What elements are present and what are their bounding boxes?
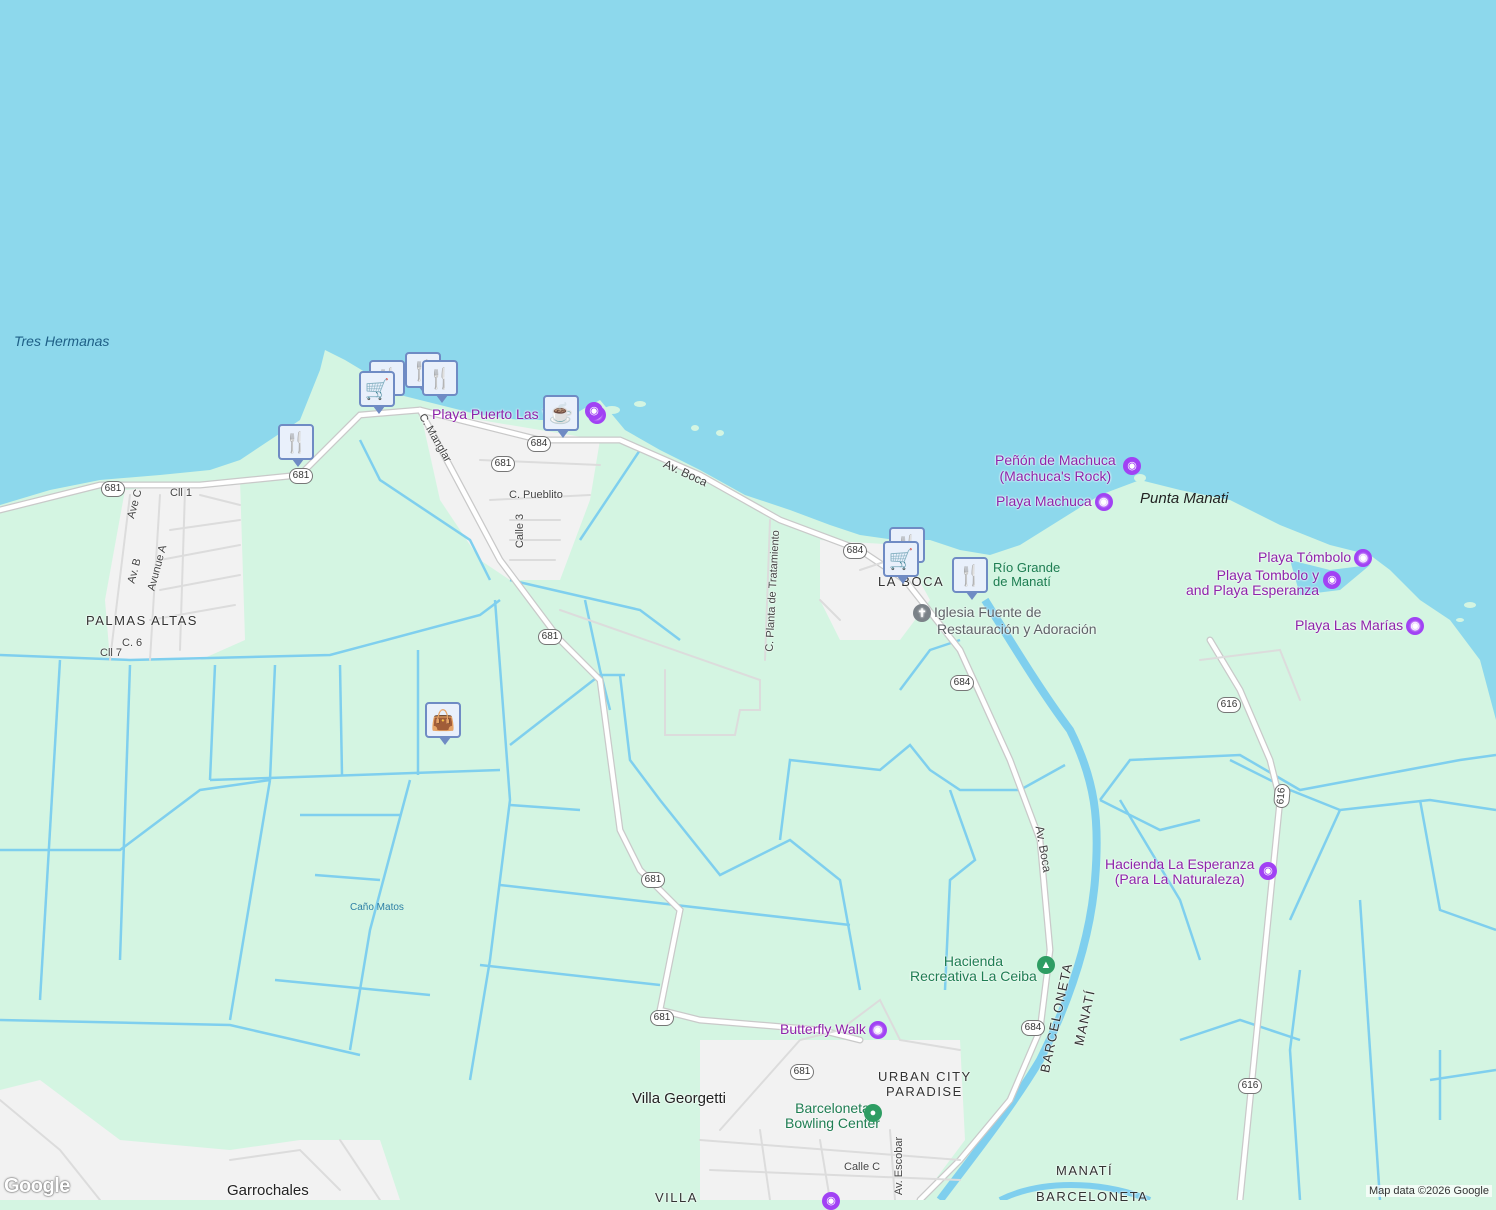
restaurant-marker[interactable]: 🍴	[422, 360, 458, 403]
label-cano-matos: Caño Matos	[350, 902, 404, 913]
map-canvas[interactable]	[0, 0, 1496, 1200]
urban-palmas-altas	[105, 480, 245, 660]
shopping-cart-marker[interactable]: 🛒	[359, 371, 395, 414]
coffee-marker[interactable]: ☕	[543, 395, 579, 438]
poi-label-1: Hacienda	[943, 953, 1003, 969]
route-681-shield: 681	[650, 1010, 674, 1026]
church-icon: ✝	[913, 604, 931, 622]
route-684-shield: 684	[950, 675, 974, 691]
camera-icon: ◉	[868, 1021, 887, 1040]
poi-label: Butterfly Walk	[780, 1021, 866, 1037]
poi-label-2: Recreativa La Ceiba	[910, 968, 1037, 984]
poi-butterfly-walk[interactable]: Butterfly Walk ◉	[780, 1021, 887, 1040]
street-calle-3: Calle 3	[514, 513, 527, 549]
poi-label: Playa Puerto Las V	[432, 406, 552, 422]
poi-label: Playa Machuca	[996, 493, 1092, 509]
route-681-shield: 681	[538, 629, 562, 645]
route-684-shield: 684	[843, 543, 867, 559]
route-616-shield: 616	[1238, 1078, 1262, 1094]
poi-label: Playa Las Marías	[1295, 617, 1404, 633]
camera-icon: ◉	[822, 1192, 840, 1210]
poi-label-2: Restauración y Adoración	[937, 621, 1097, 637]
label-tres-hermanas: Tres Hermanas	[14, 333, 110, 349]
label-punta-manati: Punta Manati	[1140, 490, 1229, 507]
fork-knife-icon: 🍴	[283, 431, 309, 454]
shopping-bag-icon: 👜	[430, 709, 456, 732]
route-616-shield: 616	[1217, 697, 1241, 713]
poi-label-2: (Para La Naturaleza)	[1114, 871, 1245, 887]
label-palmas-altas: PALMAS ALTAS	[86, 613, 198, 628]
route-681-shield: 681	[790, 1064, 814, 1080]
camera-icon: ◉	[1094, 493, 1113, 512]
route-684-shield: 684	[527, 436, 551, 452]
poi-penon-de-machuca[interactable]: Peñón de Machuca (Machuca's Rock)	[995, 452, 1116, 484]
restaurant-marker[interactable]: 🍴	[278, 424, 314, 467]
camera-icon: ◉	[1123, 457, 1141, 475]
camera-icon: ◉	[1259, 862, 1277, 880]
tree-icon: ▲	[1037, 956, 1055, 974]
street-cll-1: Cll 1	[170, 487, 193, 499]
poi-label: Playa Tómbolo	[1258, 549, 1352, 565]
street-av-escobar: Av. Escobar	[893, 1136, 906, 1196]
place-icon: ●	[864, 1104, 882, 1122]
poi-iglesia[interactable]: ✝ Iglesia Fuente de Restauración y Adoraci…	[913, 604, 1097, 637]
coffee-cup-icon: ☕	[548, 402, 574, 425]
poi-label-2: (Machuca's Rock)	[999, 468, 1112, 484]
label-barceloneta-bottom: BARCELONETA	[1036, 1189, 1149, 1204]
poi-playa-puerto-las[interactable]: Playa Puerto Las V◉	[432, 406, 606, 425]
poi-label-1: Peñón de Machuca	[995, 452, 1116, 468]
label-rio-grande: Río Grande	[993, 560, 1061, 575]
route-684-shield: 684	[1021, 1020, 1045, 1036]
poi-playa-las-marias[interactable]: Playa Las Marías ◉	[1295, 617, 1425, 636]
route-681-shield: 681	[289, 468, 313, 484]
poi-playa-tombolo[interactable]: Playa Tómbolo ◉	[1258, 549, 1373, 568]
street-cll-7: Cll 7	[100, 647, 123, 659]
camera-icon: ◉	[1323, 571, 1341, 589]
route-681-shield: 681	[491, 456, 515, 472]
label-urban-city: URBAN CITY	[878, 1069, 972, 1084]
shopping-cart-icon: 🛒	[888, 548, 914, 571]
poi-label-1: Hacienda La Esperanza	[1105, 856, 1255, 872]
fork-knife-icon: 🍴	[957, 564, 983, 587]
label-de-manati: de Manatí	[993, 574, 1051, 589]
shopping-cart-icon: 🛒	[364, 378, 390, 401]
poi-hacienda-la-ceiba[interactable]: Hacienda Recreativa La Ceiba	[910, 954, 1037, 984]
google-logo: Google	[4, 1175, 70, 1197]
poi-label-2: and Playa Esperanza	[1186, 582, 1320, 598]
route-681-shield: 681	[101, 481, 125, 497]
poi-playa-tombolo-y[interactable]: Playa Tombolo y and Playa Esperanza	[1186, 568, 1319, 598]
label-garrochales: Garrochales	[227, 1182, 309, 1199]
camera-icon: ◉	[1406, 617, 1425, 636]
shopping-bag-marker[interactable]: 👜	[425, 702, 461, 745]
fork-knife-icon: 🍴	[427, 367, 453, 390]
camera-icon: ◉	[585, 402, 603, 420]
poi-label-1: Iglesia Fuente de	[934, 603, 1042, 620]
street-c-pueblito: C. Pueblito	[509, 489, 563, 501]
street-c-6: C. 6	[122, 637, 143, 649]
poi-hacienda-la-esperanza[interactable]: Hacienda La Esperanza (Para La Naturaleza…	[1105, 857, 1254, 887]
camera-icon: ◉	[1354, 549, 1373, 568]
shopping-cart-marker[interactable]: 🛒	[883, 541, 919, 584]
route-681-shield: 681	[641, 872, 665, 888]
map-attribution[interactable]: Map data ©2026 Google	[1365, 1185, 1492, 1197]
restaurant-marker[interactable]: 🍴	[952, 557, 988, 600]
street-calle-c: Calle C	[844, 1161, 881, 1173]
label-paradise: PARADISE	[886, 1084, 963, 1099]
label-villa: VILLA	[655, 1190, 698, 1205]
label-villa-georgetti: Villa Georgetti	[632, 1090, 726, 1107]
poi-label-1: Playa Tombolo y	[1216, 567, 1320, 583]
label-manati: MANATÍ	[1056, 1163, 1114, 1178]
poi-playa-machuca[interactable]: Playa Machuca ◉	[996, 493, 1113, 512]
